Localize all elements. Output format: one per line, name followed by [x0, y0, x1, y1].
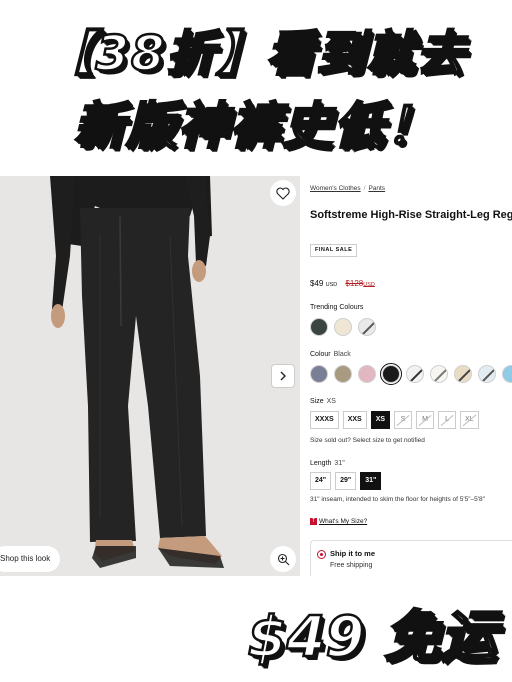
colour-swatch-2[interactable]	[334, 365, 352, 383]
size-option-3[interactable]: XS	[370, 411, 391, 429]
length-value: 31"	[334, 460, 345, 467]
whats-my-size-link[interactable]: T What's My Size?	[310, 518, 367, 525]
banner-line-2: 新版神裤史低！	[73, 96, 438, 157]
colour-value: Black	[333, 351, 351, 358]
length-options: 24" 29" 31"	[310, 472, 382, 490]
size-label: Size XS	[310, 398, 336, 405]
trending-colours-label: Trending Colours	[310, 304, 364, 311]
inseam-note: 31" inseam, intended to skim the floor f…	[310, 496, 485, 503]
colour-swatch-1[interactable]	[310, 365, 328, 383]
size-value: XS	[326, 398, 336, 405]
trending-colour-swatch-3[interactable]	[358, 318, 376, 336]
trending-colour-swatch-2[interactable]	[334, 318, 352, 336]
ship-it-option[interactable]: Ship it to me Free shipping	[310, 540, 512, 576]
footer-price-banner: $49 免运	[246, 604, 497, 672]
ship-title: Ship it to me	[330, 549, 375, 558]
product-photo[interactable]: Shop this look	[0, 176, 300, 576]
breadcrumb: Women's Clothes / Pants	[310, 185, 386, 192]
colour-swatch-5[interactable]	[406, 365, 424, 383]
size-option-6[interactable]: L	[438, 411, 457, 429]
size-option-7[interactable]: XL	[460, 411, 479, 429]
breadcrumb-womens-clothes[interactable]: Women's Clothes	[310, 185, 361, 192]
size-sold-out-note: Size sold out? Select size to get notifi…	[310, 437, 425, 444]
sale-price: $49	[310, 279, 324, 288]
size-option-2[interactable]: XXS	[342, 411, 367, 429]
price: $49 USD $128USD	[310, 279, 375, 288]
length-option-2[interactable]: 29"	[335, 472, 357, 490]
size-option-5[interactable]: M	[416, 411, 435, 429]
size-option-4[interactable]: S	[394, 411, 413, 429]
colour-swatches	[310, 362, 512, 386]
colour-swatch-7[interactable]	[454, 365, 472, 383]
size-options: XXXS XXS XS S M L XL	[310, 411, 479, 429]
trending-colour-swatch-1[interactable]	[310, 318, 328, 336]
ship-subtitle: Free shipping	[330, 562, 373, 569]
next-image-chevron-right-icon[interactable]	[271, 364, 295, 388]
wishlist-heart-icon[interactable]	[270, 180, 296, 206]
breadcrumb-pants[interactable]: Pants	[368, 185, 385, 192]
length-label: Length 31"	[310, 460, 345, 467]
ship-radio-selected[interactable]	[317, 550, 326, 559]
zoom-magnifier-icon[interactable]	[270, 546, 296, 572]
colour-swatch-6[interactable]	[430, 365, 448, 383]
product-page: Shop this look Women's Clothes / Pants Sof…	[0, 176, 512, 576]
size-tool-icon: T	[310, 518, 317, 525]
length-option-3[interactable]: 31"	[360, 472, 382, 490]
length-option-1[interactable]: 24"	[310, 472, 332, 490]
colour-swatch-4[interactable]	[379, 362, 403, 386]
banner-line-1: 【38折】看到就去	[44, 25, 467, 84]
pants-model-illustration	[0, 176, 300, 576]
colour-swatch-8[interactable]	[478, 365, 496, 383]
trending-swatches	[310, 318, 376, 336]
shop-this-look-button[interactable]: Shop this look	[0, 546, 61, 572]
product-info-panel: Women's Clothes / Pants Softstreme High-Ri…	[310, 176, 512, 576]
colour-swatch-3[interactable]	[358, 365, 376, 383]
sale-price-currency: USD	[325, 282, 338, 288]
colour-swatch-9[interactable]	[502, 365, 512, 383]
size-option-1[interactable]: XXXS	[310, 411, 339, 429]
original-price: $128USD	[345, 279, 375, 288]
colour-label: Colour Black	[310, 351, 351, 358]
final-sale-badge: FINAL SALE	[310, 244, 358, 257]
product-title: Softstreme High-Rise Straight-Leg Regula…	[310, 209, 512, 221]
